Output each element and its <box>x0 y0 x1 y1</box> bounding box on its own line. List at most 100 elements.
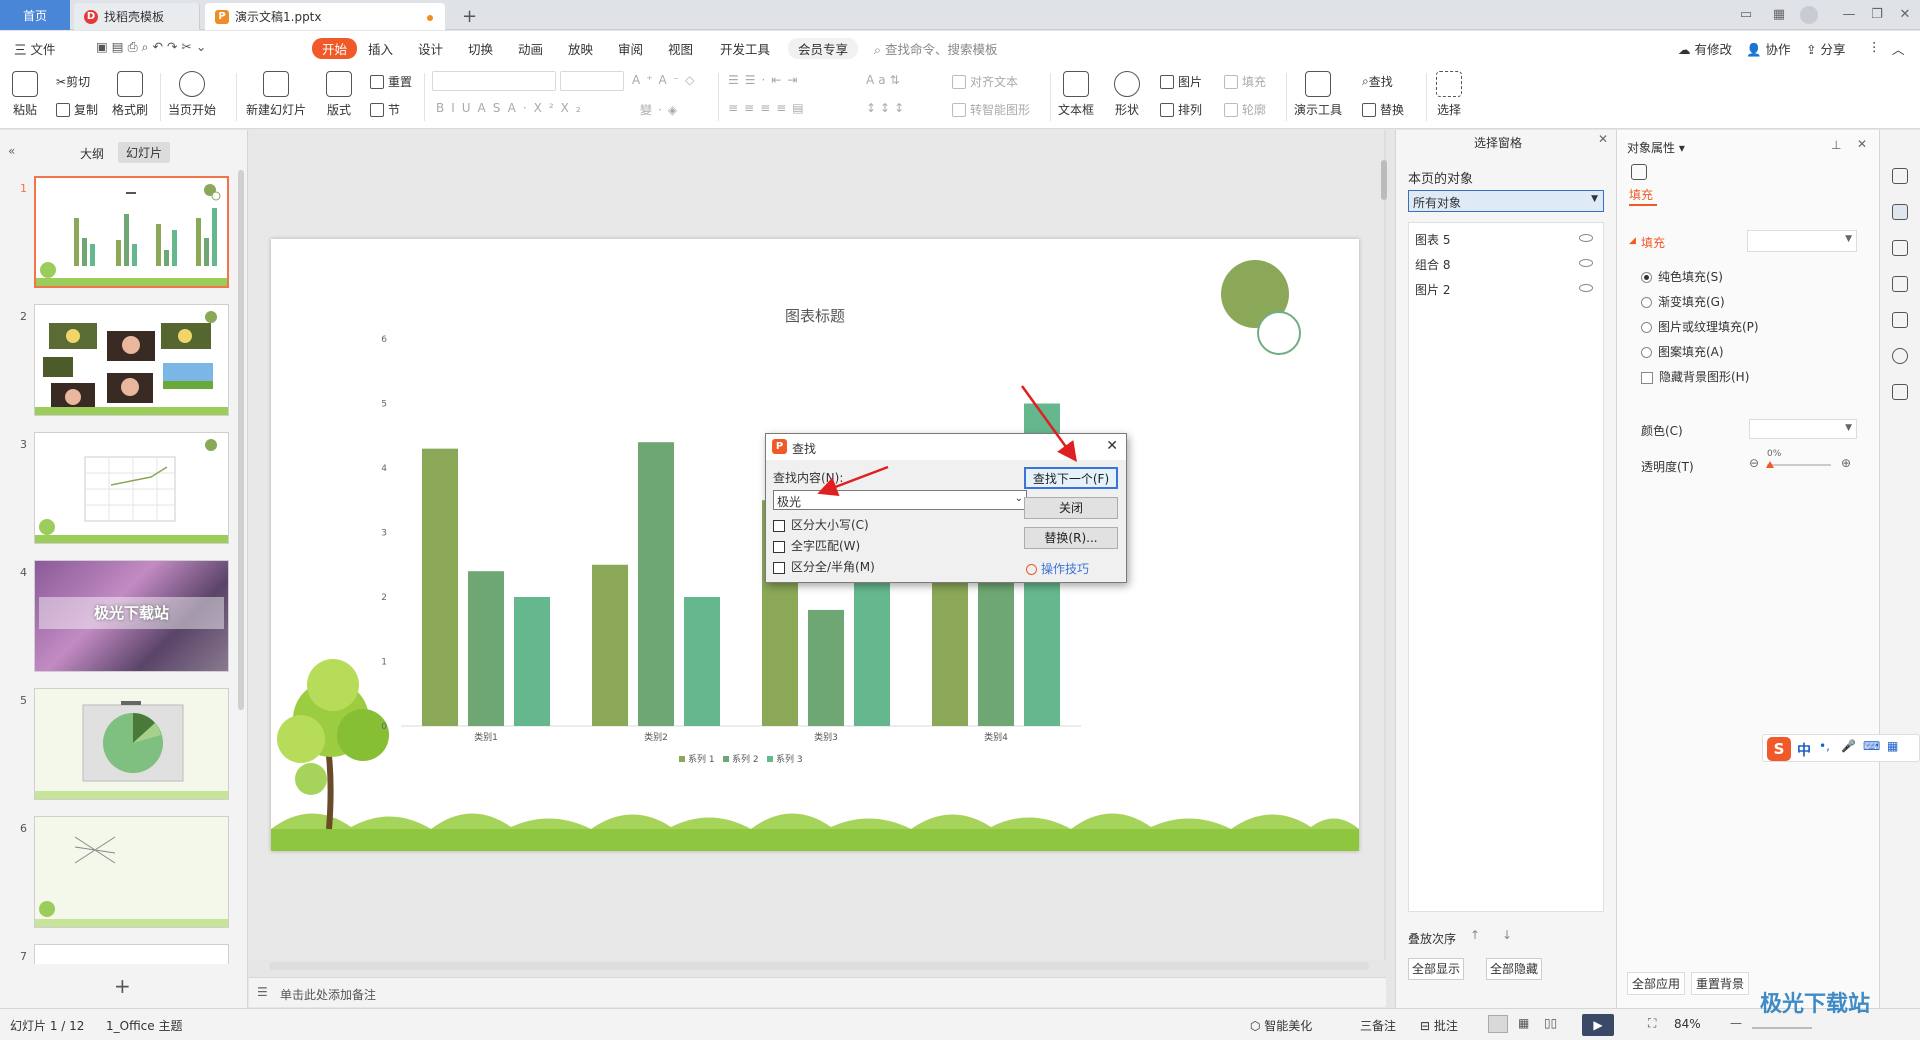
align-text-button[interactable]: 对齐文本 <box>952 73 1018 90</box>
zoom-out-icon[interactable]: — <box>1730 1016 1742 1030</box>
outline-button[interactable]: 轮廓 <box>1224 101 1266 118</box>
show-all-button[interactable]: 全部显示 <box>1408 958 1464 980</box>
notes-bar[interactable]: ☰ 单击此处添加备注 <box>249 977 1386 1007</box>
collapse-panel-icon[interactable]: « <box>8 144 15 158</box>
close-dialog-icon[interactable]: ✕ <box>1106 438 1118 454</box>
restore-icon[interactable]: ❐ <box>1868 6 1886 24</box>
present-tools-button[interactable]: 演示工具 <box>1294 71 1342 118</box>
slide-thumbnail-5[interactable] <box>34 688 229 800</box>
object-filter-select[interactable]: 所有对象 ▼ <box>1408 190 1604 212</box>
tab-document[interactable]: P 演示文稿1.pptx <box>205 3 445 30</box>
add-slide-button[interactable]: + <box>114 974 131 998</box>
menu-slideshow[interactable]: 放映 <box>568 39 593 58</box>
line-spacing-tools[interactable]: ↕↕↕ <box>866 101 908 115</box>
transparency-slider[interactable] <box>1767 464 1831 466</box>
apply-all-button[interactable]: 全部应用 <box>1627 972 1686 995</box>
hide-background-checkbox[interactable]: 隐藏背景图形(H) <box>1641 368 1749 385</box>
vertical-scrollbar[interactable] <box>1381 160 1387 200</box>
whole-word-checkbox[interactable]: 全字匹配(W) <box>773 537 860 554</box>
play-slideshow-button[interactable]: ▶ <box>1582 1014 1614 1036</box>
smart-art-button[interactable]: 转智能图形 <box>952 101 1030 118</box>
compass-icon[interactable] <box>1892 348 1908 364</box>
avatar[interactable] <box>1800 6 1818 24</box>
play-from-current-button[interactable]: 当页开始 <box>168 71 216 118</box>
menu-review[interactable]: 审阅 <box>618 39 643 58</box>
text-direction-tools[interactable]: Aa⇅ <box>866 73 904 87</box>
close-pane-icon[interactable]: ✕ <box>1857 137 1867 151</box>
shape-button[interactable]: 形状 <box>1114 71 1140 118</box>
share-button[interactable]: ⇪ 分享 <box>1806 39 1845 58</box>
close-pane-icon[interactable]: ✕ <box>1598 132 1608 146</box>
tab-outline[interactable]: 大纲 <box>80 145 104 162</box>
slide-thumbnail-1[interactable] <box>34 176 229 288</box>
normal-view-icon[interactable] <box>1488 1015 1508 1033</box>
object-item[interactable]: 图片 2 <box>1409 277 1603 299</box>
modified-button[interactable]: ☁ 有修改 <box>1678 39 1732 58</box>
eye-icon[interactable] <box>1579 284 1593 292</box>
close-window-icon[interactable]: ✕ <box>1896 6 1914 24</box>
font-style-tools[interactable]: BIUASA·X²X₂ <box>436 101 588 115</box>
slide-thumbnail-2[interactable] <box>34 304 229 416</box>
slider-thumb[interactable] <box>1766 461 1774 468</box>
menu-file[interactable]: 三 文件 <box>14 39 55 58</box>
copy-pane-icon[interactable] <box>1892 276 1908 292</box>
fill-button[interactable]: 填充 <box>1224 73 1266 90</box>
tab-slides[interactable]: 幻灯片 <box>118 142 171 163</box>
menu-vip[interactable]: 会员专享 <box>788 38 859 59</box>
font-effects-tools[interactable]: 變·◈ <box>640 101 683 118</box>
tab-template[interactable]: D 找稻壳模板 <box>74 3 200 30</box>
quick-access-icons[interactable]: ▣ ▤ ⎙ ⌕ ↶ ↷ ✂ ⌄ <box>96 39 206 55</box>
plus-icon[interactable]: ⊕ <box>1841 456 1851 470</box>
notes-toggle[interactable]: 三备注 <box>1360 1017 1396 1034</box>
horizontal-scrollbar[interactable] <box>269 962 1369 970</box>
eye-icon[interactable] <box>1579 234 1593 242</box>
sorter-view-icon[interactable]: ▦ <box>1518 1016 1529 1030</box>
collab-button[interactable]: 👤 协作 <box>1746 39 1791 58</box>
fill-option-solid[interactable]: 纯色填充(S) <box>1641 268 1723 285</box>
apps-grid-icon[interactable]: ▦ <box>1770 6 1788 24</box>
layout-button[interactable]: 版式 <box>326 71 352 118</box>
tips-link[interactable]: 操作技巧 <box>1026 560 1089 577</box>
match-case-checkbox[interactable]: 区分大小写(C) <box>773 516 869 533</box>
layout-icon[interactable]: ▭ <box>1737 6 1755 24</box>
new-tab-button[interactable]: + <box>452 3 487 30</box>
keyboard-icon[interactable]: ⌨ <box>1863 739 1880 753</box>
font-size-tools[interactable]: A⁺A⁻◇ <box>632 73 700 87</box>
zoom-level[interactable]: 84% <box>1674 1017 1701 1031</box>
new-slide-button[interactable]: 新建幻灯片 <box>246 71 306 118</box>
textbox-button[interactable]: 文本框 <box>1058 71 1094 118</box>
reset-button[interactable]: 重置 <box>370 73 412 90</box>
comments-toggle[interactable]: ⊟ 批注 <box>1420 1017 1458 1034</box>
collapse-ribbon-icon[interactable]: ︿ <box>1892 39 1905 58</box>
property-pane-title[interactable]: 对象属性 ▾ <box>1627 139 1685 156</box>
slide-thumbnail-7[interactable] <box>34 944 229 964</box>
command-search[interactable]: ⌕ 查找命令、搜索模板 <box>874 39 998 58</box>
paste-button[interactable]: 粘贴 <box>12 71 38 118</box>
menu-developer[interactable]: 开发工具 <box>720 39 770 58</box>
find-button[interactable]: ⌕ 查找 <box>1362 73 1393 90</box>
book-icon[interactable] <box>1892 384 1908 400</box>
image-tools-icon[interactable] <box>1892 312 1908 328</box>
fill-tab[interactable]: 填充 <box>1629 186 1653 203</box>
slide-thumbnail-3[interactable] <box>34 432 229 544</box>
menu-animation[interactable]: 动画 <box>518 39 543 58</box>
copy-button[interactable]: 复制 <box>56 101 98 118</box>
expand-arrow-icon[interactable]: ◢ <box>1629 236 1636 246</box>
slide-thumbnail-6[interactable] <box>34 816 229 928</box>
object-item[interactable]: 组合 8 <box>1409 252 1603 274</box>
rocket-icon[interactable] <box>1892 168 1908 184</box>
reset-background-button[interactable]: 重置背景 <box>1691 972 1750 995</box>
replace-button[interactable]: 替换 <box>1362 101 1404 118</box>
move-up-icon[interactable]: ↑ <box>1470 928 1480 942</box>
minus-icon[interactable]: ⊖ <box>1749 456 1759 470</box>
object-item[interactable]: 图表 5 <box>1409 227 1603 249</box>
ime-punct-icon[interactable]: •, <box>1819 739 1830 753</box>
properties-icon[interactable] <box>1892 204 1908 220</box>
fit-window-icon[interactable]: ⛶ <box>1648 1016 1656 1031</box>
arrange-button[interactable]: 排列 <box>1160 101 1202 118</box>
fill-option-pattern[interactable]: 图案填充(A) <box>1641 343 1724 360</box>
hide-all-button[interactable]: 全部隐藏 <box>1486 958 1542 980</box>
fill-bucket-icon[interactable] <box>1631 164 1647 180</box>
find-input[interactable]: 极光 ⌄ <box>773 490 1027 510</box>
list-tools[interactable]: ☰☰·⇤⇥ <box>728 73 803 87</box>
